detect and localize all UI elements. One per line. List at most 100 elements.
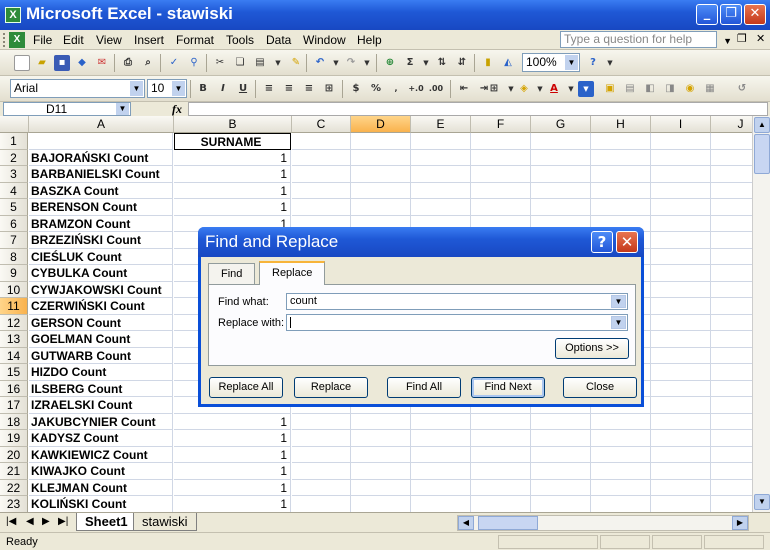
undo-icon[interactable]: ↶ (312, 55, 328, 71)
delete-comment-icon[interactable]: ▦ (702, 81, 718, 97)
close-dialog-button[interactable]: Close (563, 377, 637, 398)
horizontal-scrollbar[interactable]: ◀ ▶ (457, 515, 749, 531)
autosum-icon[interactable]: Σ (402, 55, 418, 71)
row-header-14[interactable]: 14 (0, 347, 28, 364)
font-size-select[interactable]: 10 ▼ (147, 79, 187, 98)
workbook-icon[interactable]: X (9, 32, 25, 48)
open-icon[interactable]: ▰ (34, 55, 50, 71)
menu-window[interactable]: Window (303, 33, 346, 47)
cell-a11[interactable]: CZERWIŃSKI Count (29, 298, 173, 315)
cell-a22[interactable]: KLEJMAN Count (29, 479, 173, 496)
reviewing-icon[interactable]: ▣ (602, 81, 618, 97)
paste-icon[interactable]: ▤ (252, 55, 268, 71)
menu-view[interactable]: View (96, 33, 122, 47)
font-color-icon[interactable]: A (546, 81, 562, 97)
row-header-13[interactable]: 13 (0, 331, 28, 348)
chevron-down-icon[interactable]: ▼ (565, 55, 578, 70)
cell-b2[interactable]: 1 (174, 149, 291, 166)
column-header-d[interactable]: D (351, 116, 411, 133)
show-comments-icon[interactable]: ◉ (682, 81, 698, 97)
previous-sheet-icon[interactable]: ◀ (26, 516, 34, 527)
cell-b20[interactable]: 1 (174, 446, 291, 463)
cell-b19[interactable]: 1 (174, 430, 291, 447)
cell-b5[interactable]: 1 (174, 199, 291, 216)
row-header-9[interactable]: 9 (0, 265, 28, 282)
row-header-2[interactable]: 2 (0, 149, 28, 166)
row-header-21[interactable]: 21 (0, 463, 28, 480)
minimize-button[interactable]: _ (696, 4, 718, 25)
underline-icon[interactable]: U (235, 81, 251, 97)
chevron-down-icon[interactable]: ▼ (359, 55, 375, 71)
replace-all-button[interactable]: Replace All (209, 377, 283, 398)
cell-a19[interactable]: KADYSZ Count (29, 430, 173, 447)
tab-find[interactable]: Find (208, 263, 256, 284)
merge-center-icon[interactable]: ⊞ (321, 81, 337, 97)
replace-button[interactable]: Replace (294, 377, 368, 398)
hyperlink-icon[interactable]: ⊕ (382, 55, 398, 71)
close-button[interactable]: ✕ (744, 4, 766, 25)
doc-close-icon[interactable]: ✕ (756, 32, 765, 45)
cut-icon[interactable]: ✂ (212, 55, 228, 71)
row-header-8[interactable]: 8 (0, 248, 28, 265)
spelling-icon[interactable]: ✓ (166, 55, 182, 71)
row-header-10[interactable]: 10 (0, 281, 28, 298)
menu-insert[interactable]: Insert (134, 33, 164, 47)
sheet-tab-stawiski[interactable]: stawiski (133, 513, 197, 531)
format-painter-icon[interactable]: ✎ (288, 55, 304, 71)
decrease-decimal-icon[interactable]: .00 (428, 81, 444, 97)
row-header-11[interactable]: 11 (0, 298, 28, 315)
cell-a14[interactable]: GUTWARB Count (29, 347, 173, 364)
italic-icon[interactable]: I (215, 81, 231, 97)
dialog-close-button[interactable]: ✕ (616, 231, 638, 253)
menu-file[interactable]: File (33, 33, 52, 47)
row-header-19[interactable]: 19 (0, 430, 28, 447)
research-icon[interactable]: ⚲ (186, 55, 202, 71)
cell-a10[interactable]: CYWJAKOWSKI Count (29, 281, 173, 298)
row-header-3[interactable]: 3 (0, 166, 28, 183)
column-header-b[interactable]: B (174, 116, 292, 133)
next-sheet-icon[interactable]: ▶ (42, 516, 50, 527)
find-all-button[interactable]: Find All (387, 377, 461, 398)
row-header-20[interactable]: 20 (0, 446, 28, 463)
cell-a8[interactable]: CIEŚLUK Count (29, 248, 173, 265)
row-header-6[interactable]: 6 (0, 215, 28, 232)
find-next-button[interactable]: Find Next (471, 377, 545, 398)
column-header-h[interactable]: H (591, 116, 651, 133)
doc-restore-icon[interactable]: ❐ (737, 32, 747, 45)
chart-wizard-icon[interactable]: ▮ (480, 55, 496, 71)
cell-a3[interactable]: BARBANIELSKI Count (29, 166, 173, 183)
bold-icon[interactable]: B (195, 81, 211, 97)
scroll-down-icon[interactable]: ▼ (754, 494, 770, 510)
cell-a9[interactable]: CYBULKA Count (29, 265, 173, 282)
chevron-down-icon[interactable]: ▼ (723, 34, 732, 49)
new-icon[interactable] (14, 55, 30, 71)
row-header-7[interactable]: 7 (0, 232, 28, 249)
chevron-down-icon[interactable]: ▼ (563, 81, 579, 97)
increase-decimal-icon[interactable]: +.0 (408, 81, 424, 97)
cell-a13[interactable]: GOELMAN Count (29, 331, 173, 348)
row-header-17[interactable]: 17 (0, 397, 28, 414)
print-icon[interactable]: ⎙ (120, 55, 136, 71)
percent-icon[interactable]: % (368, 81, 384, 97)
copy-icon[interactable]: ❏ (232, 55, 248, 71)
zoom-select[interactable]: 100% ▼ (522, 53, 580, 72)
hscroll-thumb[interactable] (478, 516, 538, 530)
drawing-icon[interactable]: ◭ (500, 55, 516, 71)
reply-icon[interactable]: ↺ (734, 81, 750, 97)
cell-a16[interactable]: ILSBERG Count (29, 380, 173, 397)
dialog-title-bar[interactable]: Find and Replace ? ✕ (198, 227, 644, 257)
align-center-icon[interactable]: ≡ (281, 81, 297, 97)
last-sheet-icon[interactable]: ▶| (58, 516, 68, 527)
row-header-18[interactable]: 18 (0, 413, 28, 430)
menu-help[interactable]: Help (357, 33, 382, 47)
row-header-22[interactable]: 22 (0, 479, 28, 496)
cell-a7[interactable]: BRZEZIŃSKI Count (29, 232, 173, 249)
dialog-help-button[interactable]: ? (591, 231, 613, 253)
row-header-1[interactable]: 1 (0, 133, 28, 150)
restore-button[interactable]: ❐ (720, 4, 742, 25)
cell-a12[interactable]: GERSON Count (29, 314, 173, 331)
formula-input[interactable] (188, 102, 768, 116)
scroll-left-icon[interactable]: ◀ (458, 516, 474, 530)
cell-b21[interactable]: 1 (174, 463, 291, 480)
borders-icon[interactable]: ⊞ (486, 81, 502, 97)
